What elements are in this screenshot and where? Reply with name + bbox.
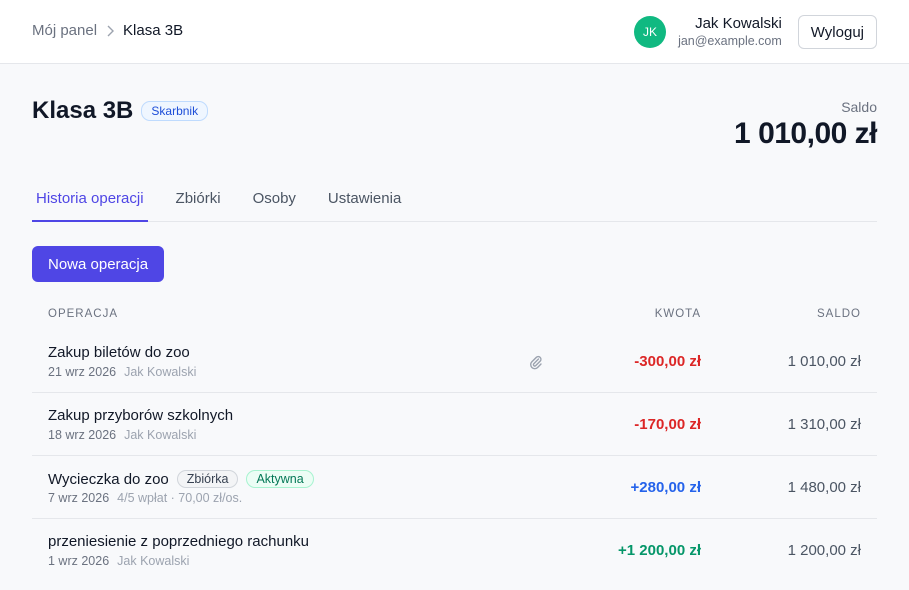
operation-amount: +1 200,00 zł: [618, 542, 701, 559]
paperclip-icon[interactable]: [528, 354, 544, 370]
tabs: Historia operacji Zbiórki Osoby Ustawien…: [32, 182, 877, 222]
operation-date: 18 wrz 2026: [48, 428, 117, 442]
breadcrumb: Mój panel Klasa 3B: [32, 22, 183, 39]
operation-balance: 1 200,00 zł: [787, 542, 861, 559]
operation-meta: 7 wrz 2026 4/5 wpłat · 70,00 zł/os.: [48, 491, 242, 505]
column-header-amount: KWOTA: [654, 308, 701, 320]
operation-balance: 1 010,00 zł: [787, 353, 861, 370]
role-badge: Skarbnik: [141, 101, 209, 121]
operation-amount: +280,00 zł: [630, 479, 701, 496]
chevron-right-icon: [105, 25, 115, 37]
balance-label: Saldo: [841, 99, 877, 115]
operation-date: 7 wrz 2026: [48, 491, 110, 505]
operation-date: 1 wrz 2026: [48, 554, 110, 568]
collection-progress: 4/5 wpłat · 70,00 zł/os.: [117, 491, 243, 505]
operation-title: Zakup przyborów szkolnych: [48, 407, 234, 424]
operation-title: Zakup biletów do zoo: [48, 344, 190, 361]
user-name: Jak Kowalski: [695, 15, 782, 32]
operation-meta: 18 wrz 2026 Jak Kowalski: [48, 428, 196, 442]
column-header-operation: OPERACJA: [48, 308, 118, 320]
column-header-balance: SALDO: [817, 308, 861, 320]
logout-button[interactable]: Wyloguj: [797, 15, 877, 49]
operations-table: OPERACJA KWOTA SALDO Zakup biletów do zo…: [32, 302, 877, 582]
new-operation-button[interactable]: Nowa operacja: [32, 246, 165, 282]
operation-amount: -170,00 zł: [634, 416, 701, 433]
operation-title-group: Wycieczka do zoo Zbiórka Aktywna: [48, 470, 314, 488]
avatar: JK: [634, 16, 667, 48]
status-badge: Aktywna: [246, 470, 314, 488]
top-bar: Mój panel Klasa 3B JK Jak Kowalski jan@e…: [0, 0, 909, 64]
table-row[interactable]: przeniesienie z poprzedniego rachunku 1 …: [32, 519, 877, 582]
user-email: jan@example.com: [678, 34, 782, 48]
operation-author: Jak Kowalski: [124, 428, 197, 442]
collection-type-badge: Zbiórka: [176, 470, 239, 488]
user-info: Jak Kowalski jan@example.com: [678, 15, 782, 49]
operation-author: Jak Kowalski: [117, 554, 190, 568]
breadcrumb-current: Klasa 3B: [123, 22, 184, 39]
tab-history[interactable]: Historia operacji: [32, 182, 148, 222]
page-title: Klasa 3B: [32, 97, 134, 124]
table-header: OPERACJA KWOTA SALDO: [32, 302, 877, 330]
tab-settings[interactable]: Ustawienia: [324, 182, 405, 222]
operation-balance: 1 480,00 zł: [787, 479, 861, 496]
page-header: Klasa 3B Skarbnik: [32, 97, 209, 125]
tab-collections[interactable]: Zbiórki: [172, 182, 225, 222]
balance-summary: Saldo 1 010,00 zł: [734, 99, 877, 151]
balance-value: 1 010,00 zł: [734, 117, 877, 150]
operation-author: Jak Kowalski: [124, 365, 197, 379]
operation-meta: 21 wrz 2026 Jak Kowalski: [48, 365, 196, 379]
breadcrumb-home-link[interactable]: Mój panel: [32, 22, 97, 39]
table-row[interactable]: Zakup przyborów szkolnych 18 wrz 2026 Jak…: [32, 393, 877, 456]
table-row[interactable]: Wycieczka do zoo Zbiórka Aktywna 7 wrz 2…: [32, 456, 877, 519]
tab-people[interactable]: Osoby: [249, 182, 300, 222]
operation-title: Wycieczka do zoo: [48, 470, 169, 488]
user-menu: JK Jak Kowalski jan@example.com Wyloguj: [634, 15, 877, 49]
table-row[interactable]: Zakup biletów do zoo 21 wrz 2026 Jak Kowa…: [32, 330, 877, 393]
operation-date: 21 wrz 2026: [48, 365, 117, 379]
operation-title: przeniesienie z poprzedniego rachunku: [48, 533, 310, 550]
operation-amount: -300,00 zł: [634, 353, 701, 370]
operation-meta: 1 wrz 2026 Jak Kowalski: [48, 554, 189, 568]
operation-balance: 1 310,00 zł: [787, 416, 861, 433]
